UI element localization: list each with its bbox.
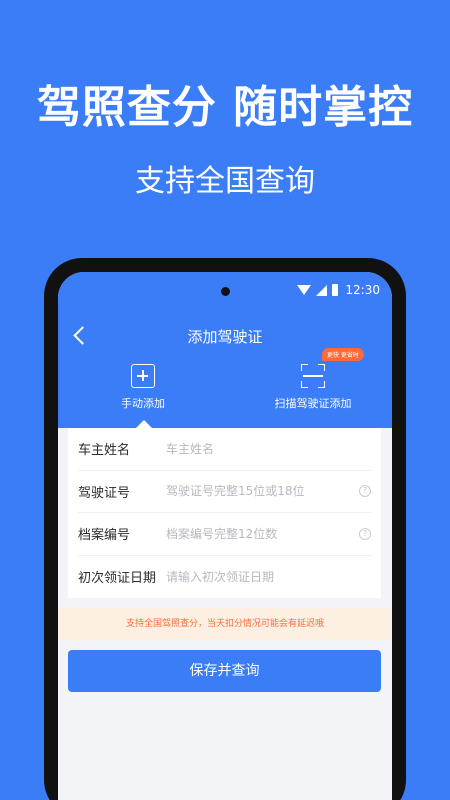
- page-title: 添加驾驶证: [187, 328, 263, 346]
- save-and-query-button[interactable]: 保存并查询: [68, 650, 381, 692]
- active-tab-pointer: [136, 420, 152, 428]
- first-issue-date-input[interactable]: [166, 569, 371, 584]
- delay-notice: 支持全国驾照查分，当天扣分情况可能会有延迟哦: [58, 608, 392, 640]
- license-form: 车主姓名 驾驶证号 ? 档案编号 ? 初次领证日期: [68, 428, 381, 598]
- first-issue-date-label: 初次领证日期: [78, 571, 157, 587]
- manual-add-tab[interactable]: 手动添加: [108, 364, 178, 411]
- phone-screen: 12:30 添加驾驶证 手动添加 扫描驾驶证添加 更快 更省时 车主姓名 驾驶证…: [58, 272, 392, 800]
- status-time: 12:30: [345, 283, 380, 297]
- scan-add-label: 扫描驾驶证添加: [274, 397, 352, 410]
- file-number-label: 档案编号: [78, 528, 131, 544]
- form-row-file-number: 档案编号 ?: [78, 513, 371, 556]
- question-circle-icon[interactable]: ?: [359, 485, 371, 498]
- wifi-icon: [297, 285, 312, 295]
- camera-icon: [221, 287, 230, 296]
- scan-frame-icon: [301, 364, 325, 388]
- manual-add-label: 手动添加: [121, 397, 165, 410]
- scan-speed-badge: 更快 更省时: [322, 348, 364, 361]
- promo-subline: 支持全国查询: [135, 164, 315, 199]
- signal-icon: [316, 284, 328, 296]
- form-row-first-issue-date: 初次领证日期: [78, 556, 371, 599]
- file-number-input[interactable]: [166, 526, 359, 541]
- promo-headline: 驾照查分 随时掌控: [36, 82, 414, 133]
- header-area: 12:30 添加驾驶证 手动添加 扫描驾驶证添加 更快 更省时: [58, 272, 392, 428]
- license-number-label: 驾驶证号: [78, 485, 131, 501]
- form-row-owner-name: 车主姓名: [78, 428, 371, 471]
- scan-add-tab[interactable]: 扫描驾驶证添加: [258, 364, 368, 411]
- owner-name-input[interactable]: [166, 441, 371, 456]
- battery-icon: [332, 284, 339, 296]
- question-circle-icon[interactable]: ?: [359, 527, 371, 540]
- license-number-input[interactable]: [166, 484, 359, 499]
- owner-name-label: 车主姓名: [78, 443, 131, 459]
- form-row-license-number: 驾驶证号 ?: [78, 471, 371, 513]
- plus-square-icon: [131, 364, 155, 388]
- status-bar: 12:30: [297, 283, 380, 297]
- nav-bar: 添加驾驶证: [58, 320, 392, 350]
